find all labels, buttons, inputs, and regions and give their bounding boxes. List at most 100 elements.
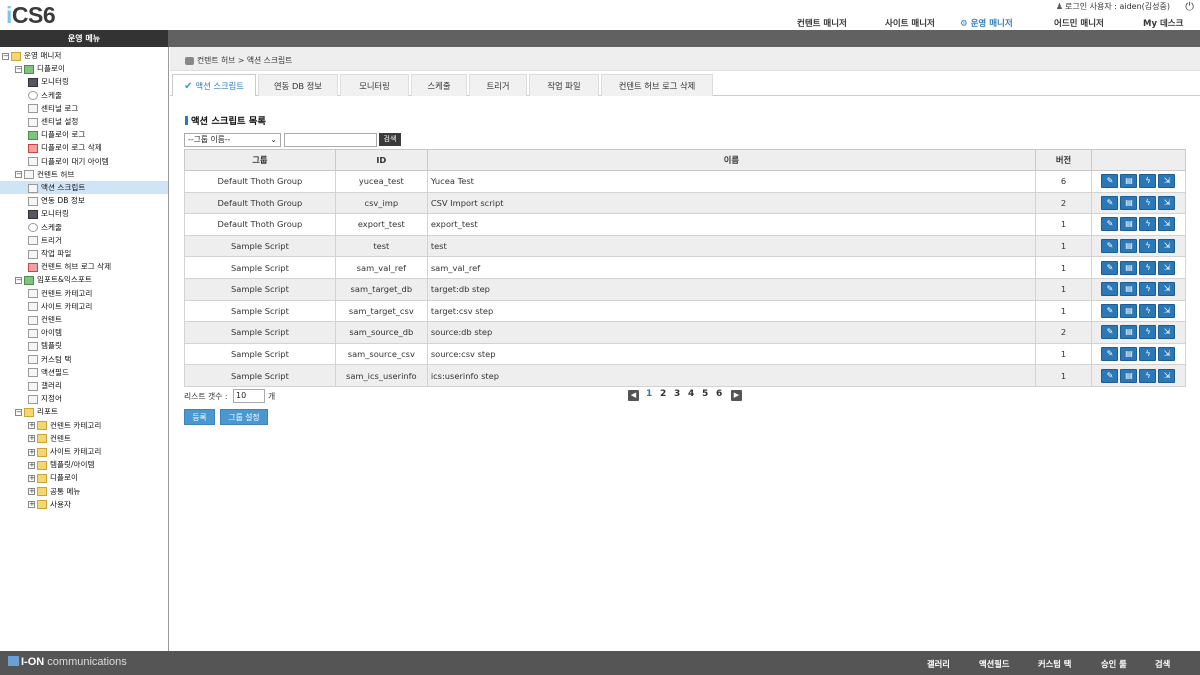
cell-id[interactable]: sam_val_ref [334, 256, 428, 279]
group-settings-button[interactable]: 그룹 설정 [220, 409, 268, 425]
sidebar-item[interactable]: 센티널 로그 [0, 102, 168, 115]
delete-icon[interactable]: ▤ [1120, 347, 1138, 362]
edit-icon[interactable]: ✎ [1101, 195, 1119, 210]
cell-id[interactable]: sam_target_csv [334, 299, 428, 323]
col-header-group[interactable]: 그룹 [184, 149, 336, 171]
sidebar-item[interactable]: 디플로이 대기 아이템 [0, 155, 168, 168]
sidebar-item[interactable]: − 디플로이 [0, 62, 168, 75]
edit-icon[interactable]: ✎ [1101, 368, 1119, 383]
delete-icon[interactable]: ▤ [1120, 195, 1138, 210]
sidebar-item[interactable]: + 사용자 [0, 498, 168, 511]
cell-name[interactable]: export_test [426, 213, 1037, 236]
page-5[interactable]: 5 [702, 389, 708, 399]
execute-icon[interactable]: ϟ [1139, 325, 1157, 340]
sidebar-item[interactable]: 컨텐트 [0, 313, 168, 326]
delete-icon[interactable]: ▤ [1120, 303, 1138, 318]
expand-icon[interactable]: + [28, 422, 35, 430]
tab-schedule[interactable]: 스케줄 [411, 74, 467, 96]
export-icon[interactable]: ⇲ [1158, 347, 1176, 362]
collapse-icon[interactable]: − [2, 52, 9, 60]
cell-name[interactable]: target:csv step [426, 299, 1037, 323]
sidebar-item[interactable]: 디플로이 로그 삭제 [0, 141, 168, 154]
search-input[interactable] [284, 133, 377, 147]
sidebar-item[interactable]: + 사이트 카테고리 [0, 445, 168, 458]
sidebar-item[interactable]: 스케줄 [0, 89, 168, 102]
expand-icon[interactable]: + [28, 488, 35, 496]
edit-icon[interactable]: ✎ [1101, 239, 1119, 254]
export-icon[interactable]: ⇲ [1158, 195, 1176, 210]
col-header-version[interactable]: 버전 [1035, 149, 1092, 171]
next-page-icon[interactable]: ▶ [731, 390, 742, 401]
cell-id[interactable]: export_test [334, 213, 428, 236]
register-button[interactable]: 등록 [184, 409, 215, 425]
sidebar-item[interactable]: 센티널 설정 [0, 115, 168, 128]
sidebar-item[interactable]: − 임포트&익스포트 [0, 273, 168, 286]
export-icon[interactable]: ⇲ [1158, 303, 1176, 318]
edit-icon[interactable]: ✎ [1101, 217, 1119, 232]
execute-icon[interactable]: ϟ [1139, 174, 1157, 189]
sidebar-item[interactable]: 모니터링 [0, 207, 168, 220]
sidebar-item[interactable]: − 운영 매니저 [0, 49, 168, 62]
cell-name[interactable]: source:db step [426, 321, 1037, 344]
tab-work-file[interactable]: 작업 파일 [529, 74, 599, 96]
tab-hub-log-delete[interactable]: 컨텐트 허브 로그 삭제 [601, 74, 713, 96]
edit-icon[interactable]: ✎ [1101, 174, 1119, 189]
sidebar-item[interactable]: − 리포트 [0, 405, 168, 418]
execute-icon[interactable]: ϟ [1139, 239, 1157, 254]
execute-icon[interactable]: ϟ [1139, 195, 1157, 210]
tab-action-script[interactable]: ✔ 액션 스크립트 [172, 74, 256, 96]
sidebar-item[interactable]: 컨텐트 허브 로그 삭제 [0, 260, 168, 273]
cell-id[interactable]: test [334, 234, 428, 258]
delete-icon[interactable]: ▤ [1120, 325, 1138, 340]
export-icon[interactable]: ⇲ [1158, 239, 1176, 254]
sidebar-item[interactable]: 아이템 [0, 326, 168, 339]
sidebar-item[interactable]: + 디플로이 [0, 471, 168, 484]
tab-monitoring[interactable]: 모니터링 [340, 74, 409, 96]
export-icon[interactable]: ⇲ [1158, 260, 1176, 275]
sidebar-item[interactable]: 액션 스크립트 [0, 181, 168, 194]
export-icon[interactable]: ⇲ [1158, 368, 1176, 383]
export-icon[interactable]: ⇲ [1158, 325, 1176, 340]
topnav-admin-manager[interactable]: 어드민 매니저 [1054, 17, 1104, 29]
execute-icon[interactable]: ϟ [1139, 368, 1157, 383]
sidebar-item[interactable]: 템플릿 [0, 339, 168, 352]
cell-id[interactable]: sam_source_csv [334, 342, 428, 366]
cell-id[interactable]: sam_target_db [334, 277, 428, 301]
expand-icon[interactable]: + [28, 448, 35, 456]
cell-name[interactable]: target:db step [426, 277, 1037, 301]
footer-link-gallery[interactable]: 갤러리 [927, 658, 950, 670]
edit-icon[interactable]: ✎ [1101, 347, 1119, 362]
page-2[interactable]: 2 [660, 389, 666, 399]
sidebar-item[interactable]: 연동 DB 정보 [0, 194, 168, 207]
cell-name[interactable]: Yucea Test [426, 170, 1037, 193]
cell-id[interactable]: csv_imp [334, 191, 428, 215]
cell-name[interactable]: CSV Import script [426, 191, 1037, 215]
tab-db-info[interactable]: 연동 DB 정보 [258, 74, 338, 96]
expand-icon[interactable]: + [28, 474, 35, 482]
expand-icon[interactable]: + [28, 461, 35, 469]
footer-link-custom-tag[interactable]: 커스텀 택 [1038, 658, 1071, 670]
topnav-operation-manager[interactable]: ⚙ 운영 매니저 [960, 17, 1013, 29]
col-header-id[interactable]: ID [334, 149, 428, 171]
group-select[interactable]: --그룹 이름-- ⌄ [184, 133, 281, 147]
cell-name[interactable]: ics:userinfo step [426, 364, 1037, 387]
page-4[interactable]: 4 [688, 389, 694, 399]
sidebar-item[interactable]: 커스텀 택 [0, 353, 168, 366]
sidebar-item[interactable]: + 템플릿/아이템 [0, 458, 168, 471]
execute-icon[interactable]: ϟ [1139, 260, 1157, 275]
execute-icon[interactable]: ϟ [1139, 303, 1157, 318]
cell-id[interactable]: yucea_test [334, 170, 428, 193]
edit-icon[interactable]: ✎ [1101, 325, 1119, 340]
cell-name[interactable]: test [426, 234, 1037, 258]
footer-link-search[interactable]: 검색 [1155, 658, 1170, 670]
collapse-icon[interactable]: − [15, 276, 22, 284]
sidebar-item[interactable]: 작업 파일 [0, 247, 168, 260]
cell-id[interactable]: sam_source_db [334, 321, 428, 344]
page-6[interactable]: 6 [716, 389, 722, 399]
sidebar-item[interactable]: 모니터링 [0, 75, 168, 88]
sidebar-item[interactable]: 갤러리 [0, 379, 168, 392]
delete-icon[interactable]: ▤ [1120, 174, 1138, 189]
sidebar-item[interactable]: 지정어 [0, 392, 168, 405]
edit-icon[interactable]: ✎ [1101, 282, 1119, 297]
footer-link-approval-rule[interactable]: 승인 룰 [1101, 658, 1127, 670]
